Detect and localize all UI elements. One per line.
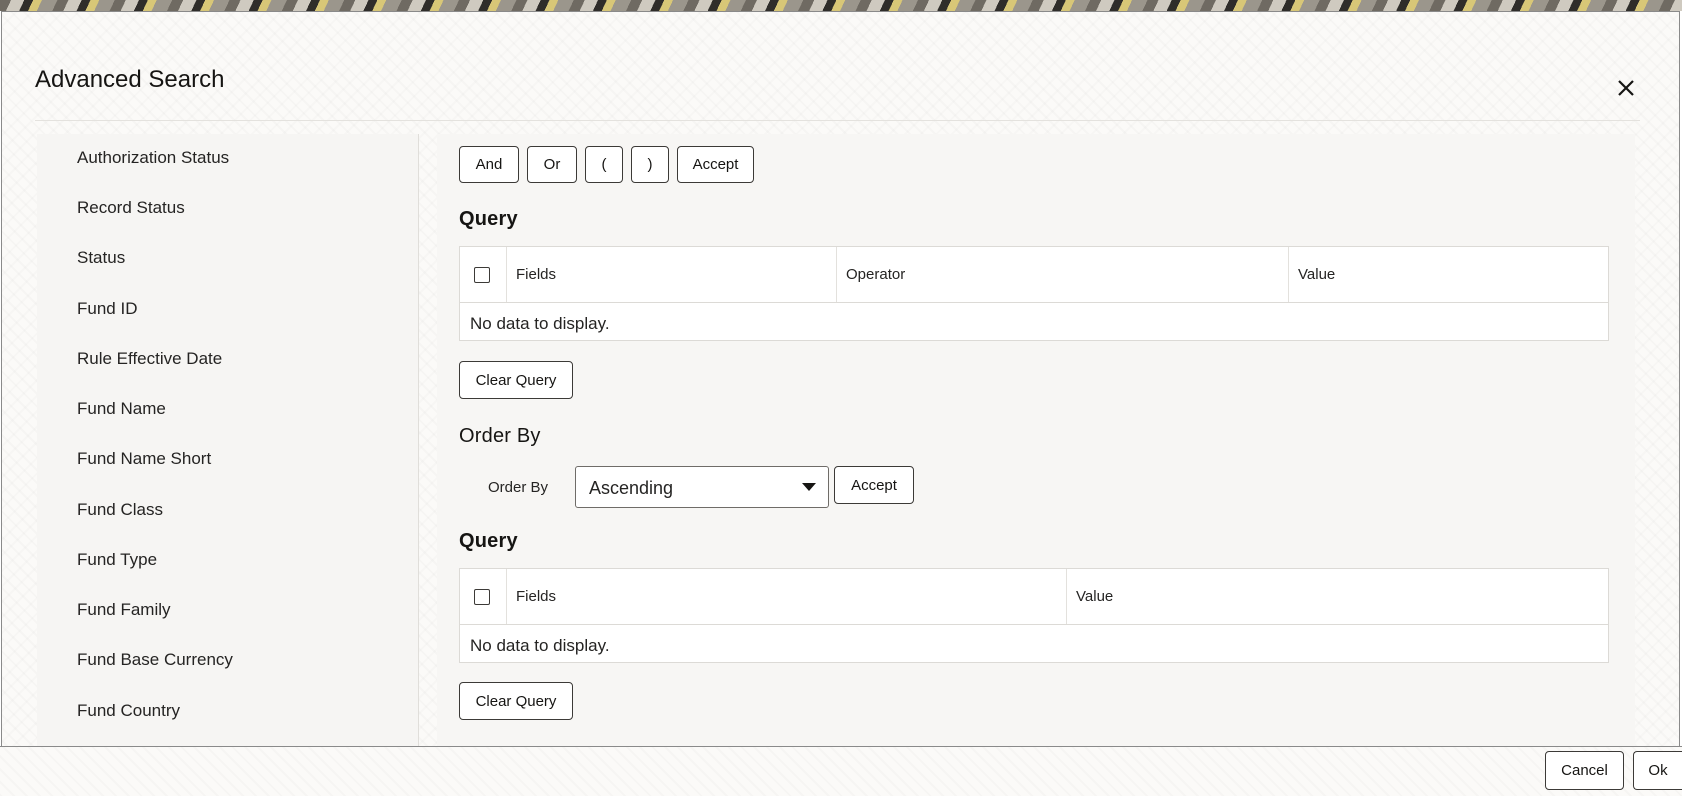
- field-item-authorization-status[interactable]: Authorization Status: [77, 148, 229, 168]
- order-by-selected-value: Ascending: [589, 478, 674, 498]
- and-button[interactable]: And: [459, 146, 519, 183]
- field-item-fund-type[interactable]: Fund Type: [77, 550, 157, 570]
- query-table-header: Fields Operator Value: [460, 247, 1608, 303]
- field-item-fund-country[interactable]: Fund Country: [77, 701, 180, 721]
- field-item-status[interactable]: Status: [77, 248, 125, 268]
- cancel-button[interactable]: Cancel: [1545, 751, 1624, 790]
- close-icon: [1618, 80, 1634, 96]
- order-query-select-all-checkbox[interactable]: [474, 588, 490, 605]
- field-item-fund-family[interactable]: Fund Family: [77, 600, 171, 620]
- field-item-fund-id[interactable]: Fund ID: [77, 299, 137, 319]
- query-select-all-checkbox[interactable]: [474, 266, 490, 283]
- order-query-table-header: Fields Value: [460, 569, 1608, 625]
- order-by-label: Order By: [488, 479, 549, 496]
- order-by-select[interactable]: Ascending: [575, 466, 829, 508]
- field-item-fund-base-currency[interactable]: Fund Base Currency: [77, 650, 233, 670]
- query-builder-panel: And Or ( ) Accept Query Fields Operator …: [437, 134, 1635, 746]
- query-table: Fields Operator Value No data to display…: [459, 246, 1609, 341]
- query-column-value: Value: [1298, 266, 1336, 283]
- query-section-title: Query: [459, 208, 518, 230]
- field-item-fund-class[interactable]: Fund Class: [77, 500, 163, 520]
- query-column-fields: Fields: [507, 247, 837, 302]
- field-item-record-status[interactable]: Record Status: [77, 198, 185, 218]
- close-paren-button[interactable]: ): [631, 146, 669, 183]
- query-empty-message: No data to display.: [470, 314, 610, 333]
- order-by-accept-button[interactable]: Accept: [834, 466, 914, 504]
- operator-accept-button[interactable]: Accept: [677, 146, 754, 183]
- order-query-section-title: Query: [459, 530, 518, 552]
- header-divider: [35, 120, 1640, 121]
- caret-down-icon: [802, 483, 816, 491]
- order-query-table: Fields Value No data to display.: [459, 568, 1609, 663]
- or-button[interactable]: Or: [527, 146, 577, 183]
- dialog-title: Advanced Search: [35, 66, 225, 93]
- background-banner: [0, 0, 1682, 11]
- order-query-column-value: Value: [1076, 588, 1114, 605]
- order-query-empty-message: No data to display.: [470, 636, 610, 655]
- order-by-section-title: Order By: [459, 425, 541, 447]
- field-item-fund-name-short[interactable]: Fund Name Short: [77, 449, 211, 469]
- order-query-column-fields: Fields: [507, 569, 1067, 624]
- clear-query-button[interactable]: Clear Query: [459, 361, 573, 399]
- field-list-panel: Authorization Status Record Status Statu…: [37, 134, 419, 746]
- close-button[interactable]: [1612, 74, 1640, 102]
- order-query-select-all-cell: [460, 569, 507, 624]
- open-paren-button[interactable]: (: [585, 146, 623, 183]
- field-item-fund-name[interactable]: Fund Name: [77, 399, 166, 419]
- query-select-all-cell: [460, 247, 507, 302]
- dialog-footer: Cancel Ok: [0, 746, 1682, 796]
- field-item-rule-effective-date[interactable]: Rule Effective Date: [77, 349, 222, 369]
- order-clear-query-button[interactable]: Clear Query: [459, 682, 573, 720]
- query-column-operator: Operator: [837, 247, 1289, 302]
- ok-button[interactable]: Ok: [1633, 751, 1682, 790]
